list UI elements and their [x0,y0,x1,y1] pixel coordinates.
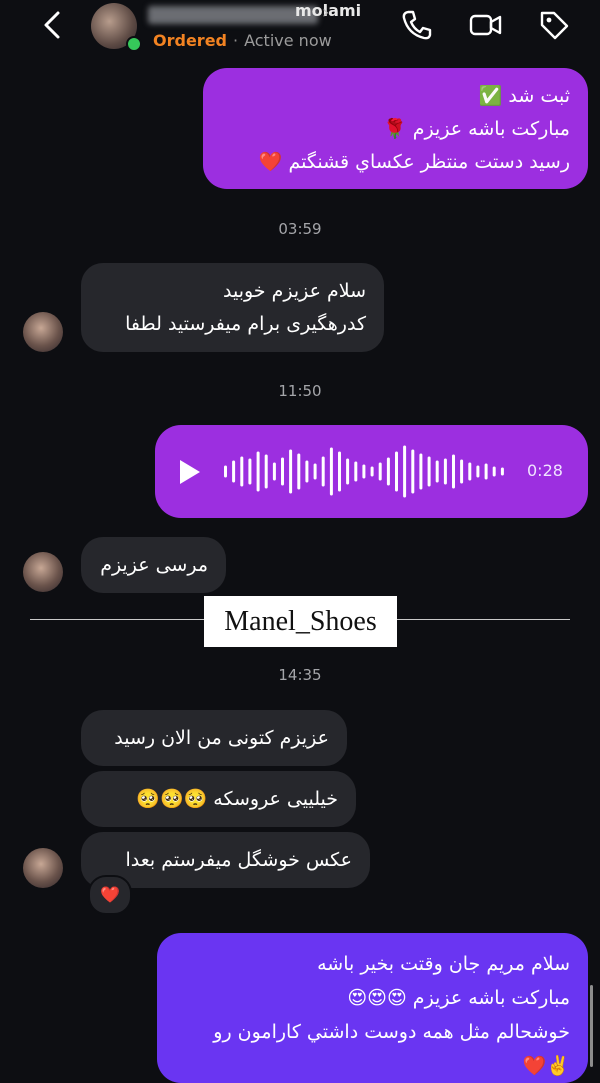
waveform-bar [362,464,366,479]
waveform-bar [460,459,464,484]
waveform-bar [338,451,341,492]
waveform-bar [484,463,488,480]
waveform-bar [329,447,333,496]
waveform-bar [435,460,439,483]
play-icon[interactable] [180,460,200,484]
waveform-bar [272,462,276,481]
waveform-bar [305,460,309,483]
heart-reaction[interactable]: ❤️ [88,875,132,915]
message-text: مرسی عزیزم [100,554,208,576]
voice-message[interactable]: 0:28 [155,425,588,518]
watermark: Manel_Shoes [204,596,397,647]
ordered-label: Ordered [153,31,227,50]
sender-avatar[interactable] [23,312,63,352]
waveform-bar [232,460,236,483]
waveform-bar [370,466,374,477]
waveform-bar [297,453,301,490]
message-line: کدرهگیری برام میفرستید لطفا [125,313,366,335]
incoming-message[interactable]: خیلییی عروسکه 🥺🥺🥺 [81,771,356,827]
contact-status: Ordered · Active now [153,31,332,50]
outgoing-message[interactable]: ثبت شد ✅ مبارکت باشه عزیزم 🌹 رسید دستت م… [203,68,588,189]
incoming-message[interactable]: عزیزم کتونی من الان رسید [81,710,347,766]
online-indicator [126,36,142,52]
waveform-bar [354,461,358,482]
message-line: مبارکت باشه عزیزم 😍😍😍 [347,987,570,1009]
waveform-bar [500,467,504,476]
waveform-bar [411,449,415,494]
waveform-bar [346,458,350,485]
message-text: خیلییی عروسکه 🥺🥺🥺 [136,788,338,810]
waveform[interactable] [223,439,508,504]
chevron-right-icon[interactable]: › [322,2,329,23]
timestamp: 14:35 [278,666,322,684]
waveform-bar [281,457,284,486]
waveform-bar [476,465,480,478]
waveform-bar [321,456,325,487]
phone-icon[interactable] [400,8,434,42]
message-line: خوشحالم مثل همه دوست داشتي کارامون رو [213,1021,570,1043]
waveform-bar [224,465,227,478]
waveform-bar [248,458,252,485]
waveform-bar [468,462,472,481]
waveform-bar [378,462,382,481]
message-line: مبارکت باشه عزیزم 🌹 [383,118,570,140]
scrollbar[interactable] [590,985,593,1067]
waveform-bar [289,449,293,494]
video-call-icon[interactable] [469,8,503,42]
sender-avatar[interactable] [23,848,63,888]
waveform-bar [443,458,447,485]
voice-duration: 0:28 [527,461,563,480]
message-text: عزیزم کتونی من الان رسید [114,727,329,749]
waveform-bar [240,456,244,487]
contact-name-redacted[interactable] [148,6,318,24]
message-line: سلام مریم جان وقتت بخیر باشه [317,953,570,975]
sender-avatar[interactable] [23,552,63,592]
waveform-bar [492,466,496,477]
chat-header: molami › Ordered · Active now [0,0,600,62]
waveform-bar [395,451,398,492]
message-line: ✌️❤️ [522,1055,570,1077]
waveform-bar [452,454,455,489]
timestamp: 11:50 [278,382,322,400]
tag-icon[interactable] [537,8,571,42]
incoming-message[interactable]: مرسی عزیزم [81,537,226,593]
incoming-message[interactable]: سلام عزیزم خوبید کدرهگیری برام میفرستید … [81,263,384,352]
waveform-bar [256,451,260,492]
message-line: رسید دستت منتظر عکساي قشنگتم ❤️ [258,151,570,173]
waveform-bar [386,457,390,486]
timestamp: 03:59 [278,220,322,238]
waveform-bar [403,445,407,498]
waveform-bar [427,456,431,487]
message-line: سلام عزیزم خوبید [222,280,366,302]
waveform-bar [264,454,268,489]
waveform-bar [313,463,317,480]
message-line: ثبت شد ✅ [478,85,570,107]
active-status: Active now [244,31,332,50]
message-text: عکس خوشگل میفرستم بعدا [125,849,352,871]
waveform-bar [419,453,423,490]
outgoing-message[interactable]: سلام مریم جان وقتت بخیر باشه مبارکت باشه… [157,933,588,1083]
back-chevron-icon[interactable] [38,8,68,42]
